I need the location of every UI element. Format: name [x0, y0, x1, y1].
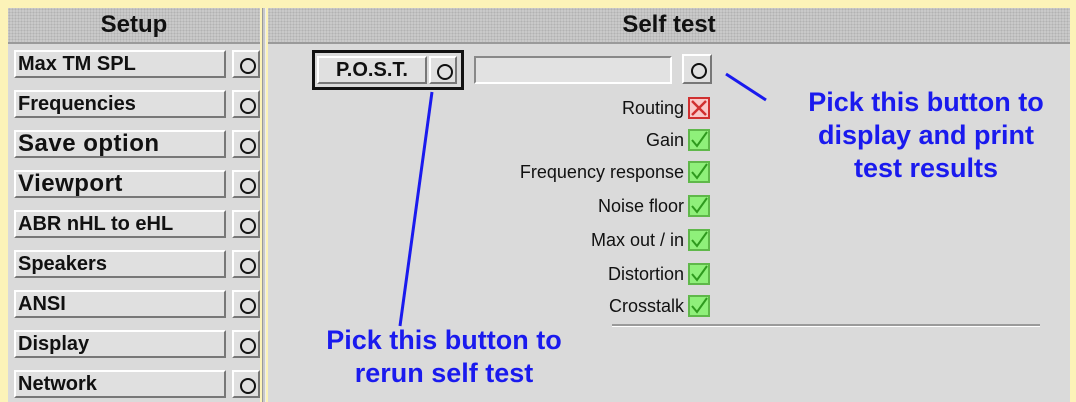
pass-check-icon: [688, 129, 710, 151]
pass-check-icon: [688, 263, 710, 285]
setup-item-radio[interactable]: [232, 370, 260, 398]
setup-item-radio[interactable]: [232, 50, 260, 78]
radio-circle-icon: [240, 338, 256, 354]
radio-circle-icon: [240, 298, 256, 314]
setup-item-radio[interactable]: [232, 290, 260, 318]
annotation-line: Pick this button to: [326, 325, 562, 355]
test-label: Distortion: [607, 264, 684, 284]
radio-circle-icon: [437, 64, 453, 80]
radio-circle-icon: [240, 58, 256, 74]
setup-item-radio[interactable]: [232, 330, 260, 358]
fail-x-icon: [688, 97, 710, 119]
pass-check-icon: [688, 195, 710, 217]
radio-circle-icon: [240, 218, 256, 234]
setup-item-button[interactable]: ABR nHL to eHL: [14, 210, 226, 238]
divider-line: [612, 324, 1040, 327]
setup-item-radio[interactable]: [232, 170, 260, 198]
test-label: Frequency response: [519, 162, 684, 182]
setup-item-button[interactable]: ANSI: [14, 290, 226, 318]
radio-circle-icon: [240, 258, 256, 274]
setup-item-radio[interactable]: [232, 250, 260, 278]
test-progress-bar: [474, 56, 672, 84]
radio-circle-icon: [240, 378, 256, 394]
selftest-title: Self test: [268, 8, 1070, 44]
setup-item-button[interactable]: Network: [14, 370, 226, 398]
radio-circle-icon: [240, 98, 256, 114]
annotation-line: rerun self test: [354, 358, 534, 388]
test-label: Gain: [645, 130, 684, 150]
radio-circle-icon: [691, 63, 707, 79]
annotation-line: test results: [853, 153, 999, 183]
radio-circle-icon: [240, 138, 256, 154]
setup-item-button[interactable]: Frequencies: [14, 90, 226, 118]
test-results-button[interactable]: [682, 54, 712, 84]
setup-item-button[interactable]: Save option: [14, 130, 226, 158]
annotation-line: display and print: [817, 120, 1035, 150]
results-annotation: Pick this button to display and print te…: [766, 86, 1076, 185]
setup-item-radio[interactable]: [232, 210, 260, 238]
setup-item-button[interactable]: Viewport: [14, 170, 226, 198]
setup-item-button[interactable]: Speakers: [14, 250, 226, 278]
test-label: Routing: [621, 98, 684, 118]
setup-title: Setup: [8, 8, 260, 44]
rerun-annotation: Pick this button to rerun self test: [284, 324, 604, 390]
post-radio-button[interactable]: [429, 56, 457, 84]
pass-check-icon: [688, 295, 710, 317]
setup-item-button[interactable]: Display: [14, 330, 226, 358]
setup-item-radio[interactable]: [232, 90, 260, 118]
pass-check-icon: [688, 161, 710, 183]
post-button[interactable]: P.O.S.T.: [317, 56, 427, 84]
panel-divider: [262, 8, 266, 402]
test-label: Noise floor: [597, 196, 684, 216]
test-label: Crosstalk: [608, 296, 684, 316]
annotation-line: Pick this button to: [808, 87, 1044, 117]
setup-item-button[interactable]: Max TM SPL: [14, 50, 226, 78]
setup-panel: Setup Max TM SPL Frequencies Save option Vi…: [8, 8, 260, 402]
pass-check-icon: [688, 229, 710, 251]
setup-item-radio[interactable]: [232, 130, 260, 158]
radio-circle-icon: [240, 178, 256, 194]
test-label: Max out / in: [590, 230, 684, 250]
post-button-frame: P.O.S.T.: [312, 50, 464, 90]
